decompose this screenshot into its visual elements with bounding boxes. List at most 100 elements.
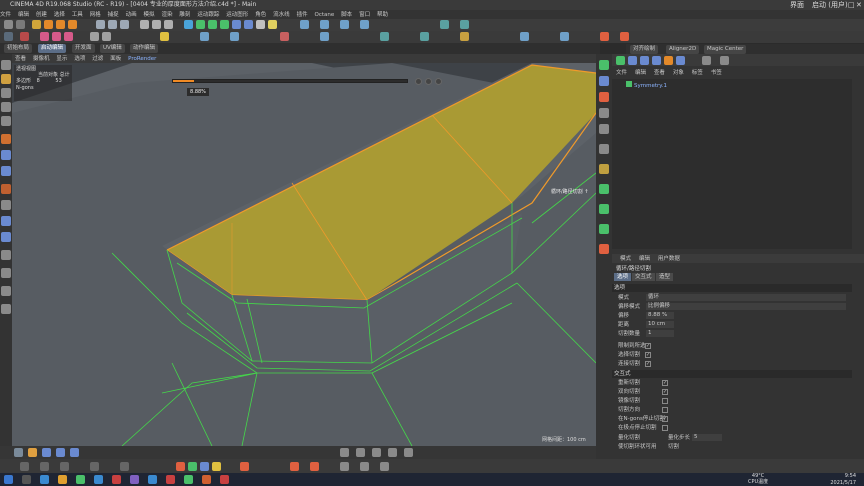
scale-icon[interactable]	[56, 20, 65, 29]
tab-initial[interactable]: 初始布局	[4, 44, 33, 53]
menu-edit[interactable]: 编辑	[18, 12, 29, 18]
task-6-icon[interactable]	[130, 475, 139, 484]
bt-8-icon[interactable]	[200, 462, 209, 471]
tool-7-icon[interactable]	[1, 150, 11, 160]
rotate-icon[interactable]	[68, 20, 77, 29]
workplane-icon[interactable]	[102, 32, 111, 41]
pen-icon[interactable]	[196, 20, 205, 29]
menu-animate[interactable]: 动画	[126, 12, 137, 18]
bb-2-icon[interactable]	[28, 448, 37, 457]
tool-15-icon[interactable]	[1, 286, 11, 296]
select-cuts-checkbox[interactable]: ✓	[645, 352, 651, 358]
task-9-icon[interactable]	[184, 475, 193, 484]
model-mode-icon[interactable]	[20, 32, 29, 41]
tool-1-icon[interactable]	[1, 60, 11, 70]
plugin-b-icon[interactable]	[340, 20, 349, 29]
bt-6-icon[interactable]	[176, 462, 185, 471]
plugin-c-icon[interactable]	[360, 20, 369, 29]
deformer-icon[interactable]	[232, 20, 241, 29]
menu-mesh[interactable]: 网格	[90, 12, 101, 18]
tool-14-icon[interactable]	[1, 268, 11, 278]
tab-magic-center[interactable]: Magic Center	[704, 45, 747, 54]
make-editable-icon[interactable]	[4, 32, 13, 41]
bb-10-icon[interactable]	[404, 448, 413, 457]
attr-menu-mode[interactable]: 模式	[620, 256, 631, 262]
viewport-menu-display[interactable]: 显示	[56, 56, 67, 62]
recut-checkbox[interactable]: ✓	[662, 380, 668, 386]
cut-count-field[interactable]: 1	[646, 330, 674, 337]
om-1-icon[interactable]	[616, 56, 625, 65]
task-7-icon[interactable]	[148, 475, 157, 484]
z-axis-icon[interactable]	[120, 20, 129, 29]
search-icon[interactable]	[22, 475, 31, 484]
tool-8-icon[interactable]	[1, 166, 11, 176]
tool-o-icon[interactable]	[600, 32, 609, 41]
strip-6-icon[interactable]	[599, 144, 609, 154]
viewport-menu-options[interactable]: 选项	[74, 56, 85, 62]
menu-select[interactable]: 选择	[54, 12, 65, 18]
tool-k-icon[interactable]	[420, 32, 429, 41]
tool-p-icon[interactable]	[620, 32, 629, 41]
menu-help[interactable]: 帮助	[377, 12, 388, 18]
strip-5-icon[interactable]	[599, 124, 609, 134]
menu-mograph[interactable]: 运动图形	[226, 12, 248, 18]
redo-icon[interactable]	[16, 20, 25, 29]
tab-shape[interactable]: 造型	[656, 273, 674, 281]
bt-15-icon[interactable]	[380, 462, 389, 471]
tool-m-icon[interactable]	[520, 32, 529, 41]
mode-select[interactable]: 循环	[646, 294, 846, 301]
cloner-icon[interactable]	[220, 20, 229, 29]
tool-11-icon[interactable]	[1, 216, 11, 226]
om-6-icon[interactable]	[676, 56, 685, 65]
bt-7-icon[interactable]	[188, 462, 197, 471]
bb-6-icon[interactable]	[340, 448, 349, 457]
octane-icon[interactable]	[300, 20, 309, 29]
render-settings-icon[interactable]	[164, 20, 173, 29]
list-item[interactable]: Symmetry.1	[626, 81, 667, 89]
menu-script[interactable]: 脚本	[341, 12, 352, 18]
tool-h-icon[interactable]	[280, 32, 289, 41]
quantize-step-field[interactable]: 5	[692, 434, 722, 441]
menu-pipeline[interactable]: 流水线	[273, 12, 290, 18]
cut-direction-checkbox[interactable]	[662, 407, 668, 413]
distance-field[interactable]: 10 cm	[646, 321, 674, 328]
strip-8-icon[interactable]	[599, 184, 609, 194]
tool-n-icon[interactable]	[560, 32, 569, 41]
limit-selection-checkbox[interactable]: ✓	[645, 343, 651, 349]
bb-1-icon[interactable]	[14, 448, 23, 457]
x-axis-icon[interactable]	[96, 20, 105, 29]
minimize-icon[interactable]: –	[840, 0, 844, 10]
snap-icon[interactable]	[90, 32, 99, 41]
menu-sculpt[interactable]: 雕刻	[179, 12, 190, 18]
sculpt-icon[interactable]	[160, 32, 169, 41]
light-icon[interactable]	[268, 20, 277, 29]
viewport-menu-panel[interactable]: 面板	[110, 56, 121, 62]
tab-action-edit[interactable]: 动作编辑	[130, 44, 159, 53]
tool-5-icon[interactable]	[1, 116, 11, 126]
point-mode-icon[interactable]	[40, 32, 49, 41]
bt-9-icon[interactable]	[212, 462, 221, 471]
strip-3-icon[interactable]	[599, 92, 609, 102]
om-menu-file[interactable]: 文件	[616, 70, 627, 76]
bt-1-icon[interactable]	[20, 462, 29, 471]
om-7-icon[interactable]	[702, 56, 711, 65]
bidirectional-checkbox[interactable]: ✓	[662, 389, 668, 395]
tool-j-icon[interactable]	[380, 32, 389, 41]
render-view-icon[interactable]	[140, 20, 149, 29]
tab-develop[interactable]: 开发面	[72, 44, 95, 53]
bb-7-icon[interactable]	[356, 448, 365, 457]
viewport-menu-cameras[interactable]: 摄像机	[33, 56, 50, 62]
om-8-icon[interactable]	[720, 56, 729, 65]
menu-window[interactable]: 窗口	[359, 12, 370, 18]
menu-octane[interactable]: Octane	[315, 12, 335, 18]
strip-11-icon[interactable]	[599, 244, 609, 254]
om-2-icon[interactable]	[628, 56, 637, 65]
subdivision-icon[interactable]	[208, 20, 217, 29]
tab-options[interactable]: 选项	[614, 273, 632, 281]
bb-9-icon[interactable]	[388, 448, 397, 457]
strip-10-icon[interactable]	[599, 224, 609, 234]
menu-simulate[interactable]: 模拟	[144, 12, 155, 18]
menu-file[interactable]: 文件	[0, 12, 11, 18]
offset-field[interactable]: 8.88 %	[646, 312, 674, 319]
tab-interactive[interactable]: 交互式	[632, 273, 655, 281]
